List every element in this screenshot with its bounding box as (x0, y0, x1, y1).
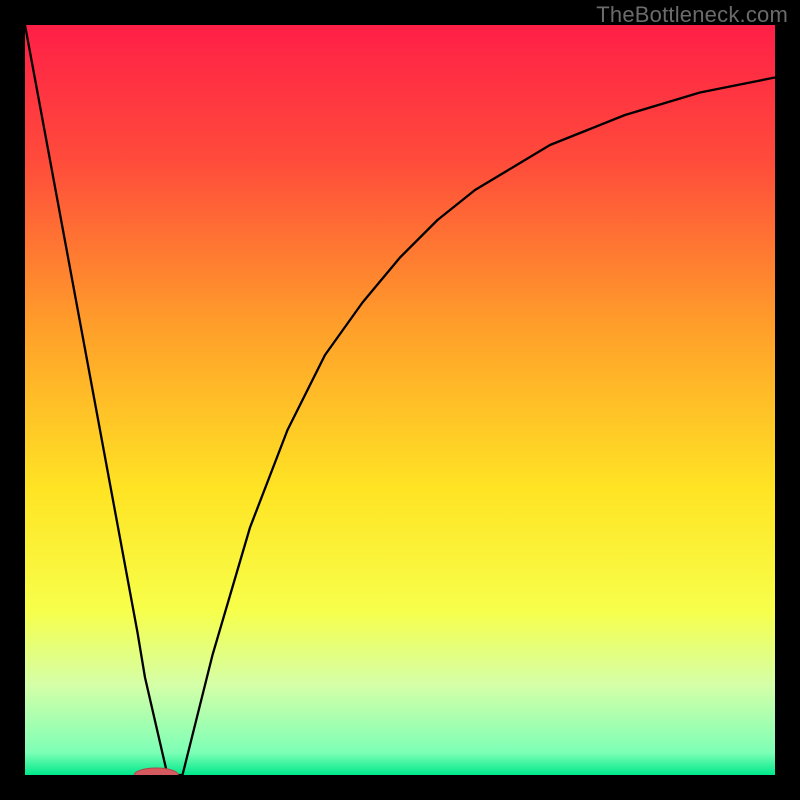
chart-background (25, 25, 775, 775)
watermark-text: TheBottleneck.com (596, 2, 788, 28)
chart-frame: TheBottleneck.com (0, 0, 800, 800)
chart-svg (25, 25, 775, 775)
